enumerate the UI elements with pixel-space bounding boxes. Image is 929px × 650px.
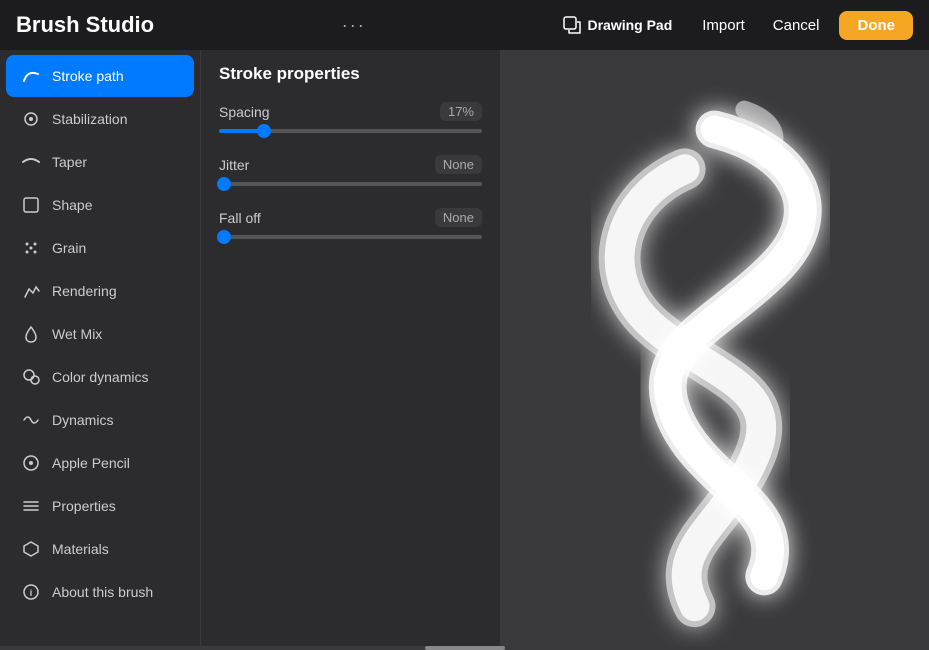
wet-mix-icon xyxy=(20,323,42,345)
sidebar-item-about-brush[interactable]: i About this brush xyxy=(6,571,194,613)
stroke-path-icon xyxy=(20,65,42,87)
slider-thumb-spacing[interactable] xyxy=(257,124,271,138)
taper-icon xyxy=(20,151,42,173)
sidebar-item-color-dynamics[interactable]: Color dynamics xyxy=(6,356,194,398)
sidebar-item-stabilization[interactable]: Stabilization xyxy=(6,98,194,140)
slider-thumb-jitter[interactable] xyxy=(217,177,231,191)
apple-pencil-icon xyxy=(20,452,42,474)
done-button[interactable]: Done xyxy=(839,11,913,40)
app-title: Brush Studio xyxy=(16,12,154,38)
property-label-fall-off: Fall off xyxy=(219,210,261,226)
sidebar-label-wet-mix: Wet Mix xyxy=(52,326,102,342)
sidebar-label-dynamics: Dynamics xyxy=(52,412,113,428)
top-bar: Brush Studio ··· Drawing Pad Import Canc… xyxy=(0,0,929,50)
import-button[interactable]: Import xyxy=(694,13,753,38)
color-dynamics-icon xyxy=(20,366,42,388)
sidebar-label-shape: Shape xyxy=(52,197,92,213)
sidebar-item-materials[interactable]: Materials xyxy=(6,528,194,570)
panel-title: Stroke properties xyxy=(219,64,360,84)
top-bar-center: ··· xyxy=(334,11,374,40)
sidebar-item-dynamics[interactable]: Dynamics xyxy=(6,399,194,441)
sidebar-label-materials: Materials xyxy=(52,541,109,557)
sidebar-label-color-dynamics: Color dynamics xyxy=(52,369,148,385)
sidebar-item-taper[interactable]: Taper xyxy=(6,141,194,183)
cancel-button[interactable]: Cancel xyxy=(765,13,828,38)
sidebar-label-rendering: Rendering xyxy=(52,283,117,299)
svg-text:i: i xyxy=(30,588,33,598)
sidebar-item-stroke-path[interactable]: Stroke path xyxy=(6,55,194,97)
sidebar-label-properties: Properties xyxy=(52,498,116,514)
sidebar-item-shape[interactable]: Shape xyxy=(6,184,194,226)
drawing-pad-icon xyxy=(563,16,581,34)
sidebar-label-stroke-path: Stroke path xyxy=(52,68,124,84)
about-brush-icon: i xyxy=(20,581,42,603)
property-row-fall-off: Fall off None xyxy=(219,208,482,239)
scroll-hint-bar xyxy=(425,646,505,650)
sidebar-label-grain: Grain xyxy=(52,240,86,256)
slider-track-jitter[interactable] xyxy=(219,182,482,186)
property-value-fall-off: None xyxy=(435,208,482,227)
stroke-properties-panel: Stroke properties Spacing17%JitterNoneFa… xyxy=(200,50,500,646)
sidebar-item-rendering[interactable]: Rendering xyxy=(6,270,194,312)
sidebar-label-apple-pencil: Apple Pencil xyxy=(52,455,130,471)
main-layout: Stroke path Stabilization Taper Shape Grain R… xyxy=(0,50,929,646)
sidebar-label-about-brush: About this brush xyxy=(52,584,153,600)
drawing-pad-button[interactable]: Drawing Pad xyxy=(553,10,682,40)
slider-track-fall-off[interactable] xyxy=(219,235,482,239)
top-bar-actions: Drawing Pad Import Cancel Done xyxy=(553,10,913,40)
stabilization-icon xyxy=(20,108,42,130)
grain-icon xyxy=(20,237,42,259)
property-label-jitter: Jitter xyxy=(219,157,249,173)
property-row-spacing: Spacing 17% xyxy=(219,102,482,133)
slider-track-spacing[interactable] xyxy=(219,129,482,133)
sidebar-item-apple-pencil[interactable]: Apple Pencil xyxy=(6,442,194,484)
sidebar-item-properties[interactable]: Properties xyxy=(6,485,194,527)
properties-icon xyxy=(20,495,42,517)
sidebar-item-grain[interactable]: Grain xyxy=(6,227,194,269)
slider-thumb-fall-off[interactable] xyxy=(217,230,231,244)
more-button[interactable]: ··· xyxy=(334,11,374,40)
drawing-pad-label: Drawing Pad xyxy=(587,17,672,33)
panel-content: Spacing 17% Jitter None Fall off None xyxy=(201,94,500,646)
shape-icon xyxy=(20,194,42,216)
sidebar-label-stabilization: Stabilization xyxy=(52,111,128,127)
sidebar-label-taper: Taper xyxy=(52,154,87,170)
panel-header: Stroke properties xyxy=(201,50,500,94)
property-value-jitter: None xyxy=(435,155,482,174)
scroll-hint xyxy=(0,646,929,650)
dynamics-icon xyxy=(20,409,42,431)
property-row-jitter: Jitter None xyxy=(219,155,482,186)
property-value-spacing: 17% xyxy=(440,102,482,121)
materials-icon xyxy=(20,538,42,560)
sidebar-item-wet-mix[interactable]: Wet Mix xyxy=(6,313,194,355)
brush-preview-svg xyxy=(500,50,929,646)
canvas-area[interactable] xyxy=(500,50,929,646)
sidebar: Stroke path Stabilization Taper Shape Grain R… xyxy=(0,50,200,646)
rendering-icon xyxy=(20,280,42,302)
property-label-spacing: Spacing xyxy=(219,104,270,120)
